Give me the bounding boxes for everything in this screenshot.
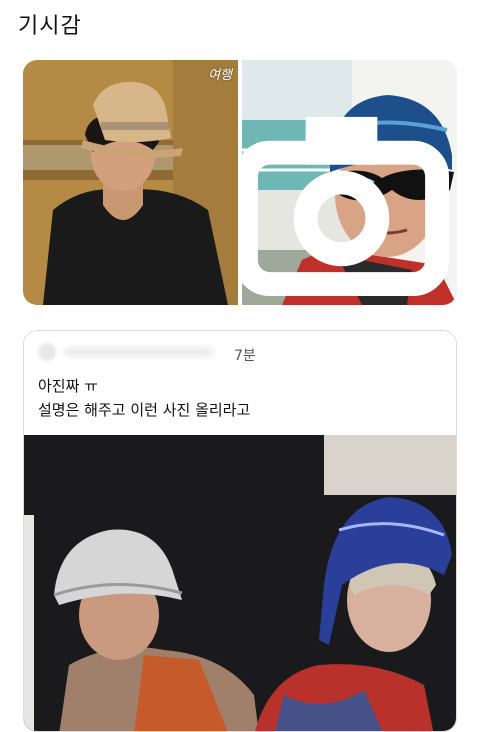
photo-grid[interactable]: 여행 — [23, 60, 457, 305]
right-photo[interactable] — [242, 60, 457, 305]
photo-watermark: 여행 — [208, 68, 232, 83]
blurred-username — [64, 347, 214, 357]
quote-timestamp: 7분 — [234, 348, 256, 364]
quote-line-2: 설명은 해주고 이런 사진 올리라고 — [38, 401, 251, 419]
left-photo[interactable]: 여행 — [23, 60, 238, 305]
quote-text: 아진짜 ㅠ 설명은 해주고 이런 사진 올리라고 — [38, 374, 250, 422]
camera-icon — [242, 116, 449, 297]
quote-header — [38, 343, 214, 361]
quote-line-1: 아진짜 ㅠ — [38, 377, 98, 395]
post-title: 기시감 — [18, 14, 82, 39]
quote-card[interactable]: 7분 아진짜 ㅠ 설명은 해주고 이런 사진 올리라고 — [23, 330, 457, 732]
avatar — [38, 343, 56, 361]
quote-photo[interactable] — [24, 435, 456, 731]
